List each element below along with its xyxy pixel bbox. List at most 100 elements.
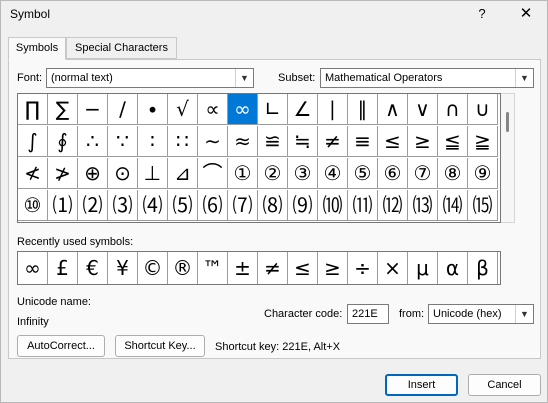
symbol-cell[interactable]: ③ (288, 158, 318, 189)
recent-symbol-cell[interactable]: ± (228, 252, 258, 284)
symbol-cell[interactable]: ⒂ (468, 190, 498, 221)
symbol-cell[interactable]: ∴ (78, 126, 108, 157)
recent-symbol-cell[interactable]: × (378, 252, 408, 284)
symbol-cell[interactable]: ∧ (378, 94, 408, 125)
symbol-cell[interactable]: ⒀ (408, 190, 438, 221)
symbol-cell[interactable]: ∑ (48, 94, 78, 125)
symbol-cell[interactable]: ⌒ (198, 158, 228, 189)
symbol-cell[interactable]: ⊥ (138, 158, 168, 189)
symbol-cell[interactable]: ⑾ (348, 190, 378, 221)
tab-special-characters[interactable]: Special Characters (66, 37, 177, 59)
symbol-grid-scrollbar[interactable] (501, 93, 515, 223)
symbol-cell[interactable]: ≠ (318, 126, 348, 157)
symbol-cell[interactable]: ∼ (198, 126, 228, 157)
symbol-cell[interactable]: ∟ (258, 94, 288, 125)
cancel-button[interactable]: Cancel (468, 374, 541, 396)
symbol-cell[interactable]: ∮ (48, 126, 78, 157)
recent-symbol-cell[interactable]: μ (408, 252, 438, 284)
symbol-cell[interactable]: ∫ (18, 126, 48, 157)
symbol-cell[interactable]: ⑧ (438, 158, 468, 189)
symbol-cell[interactable]: ⑦ (408, 158, 438, 189)
symbol-cell[interactable]: ≮ (18, 158, 48, 189)
symbol-cell[interactable]: ⑷ (138, 190, 168, 221)
symbol-cell[interactable]: ∕ (108, 94, 138, 125)
recent-symbol-cell[interactable]: ÷ (348, 252, 378, 284)
help-button[interactable]: ? (471, 4, 493, 24)
symbol-cell[interactable]: ④ (318, 158, 348, 189)
insert-button[interactable]: Insert (385, 374, 458, 396)
symbol-cell[interactable]: ∶ (138, 126, 168, 157)
font-dropdown[interactable]: (normal text) ▼ (46, 68, 254, 88)
symbol-cell[interactable]: ≡ (348, 126, 378, 157)
symbol-cell[interactable]: ≯ (48, 158, 78, 189)
symbol-cell[interactable]: ∣ (318, 94, 348, 125)
shortcut-key-button[interactable]: Shortcut Key... (115, 335, 205, 357)
symbol-cell[interactable]: ⊙ (108, 158, 138, 189)
close-button[interactable]: ✕ (513, 4, 539, 24)
recent-symbol-cell[interactable]: © (138, 252, 168, 284)
symbol-cell[interactable]: ⑴ (48, 190, 78, 221)
symbol-cell[interactable]: ⑵ (78, 190, 108, 221)
symbol-cell[interactable]: ≒ (288, 126, 318, 157)
symbol-cell[interactable]: ∙ (138, 94, 168, 125)
symbol-cell[interactable]: ∵ (108, 126, 138, 157)
symbol-cell[interactable]: ① (228, 158, 258, 189)
symbol-cell[interactable]: ≦ (438, 126, 468, 157)
unicode-name-value: Infinity (17, 316, 49, 328)
symbol-cell[interactable]: ∷ (168, 126, 198, 157)
symbol-cell[interactable]: ⑶ (108, 190, 138, 221)
symbol-cell[interactable]: ⑺ (228, 190, 258, 221)
recent-symbol-cell[interactable]: € (78, 252, 108, 284)
symbol-cell[interactable]: ⑸ (168, 190, 198, 221)
from-dropdown[interactable]: Unicode (hex) ▼ (428, 304, 534, 324)
recent-symbol-cell[interactable]: ™ (198, 252, 228, 284)
scrollbar-thumb[interactable] (506, 112, 509, 132)
symbol-cell[interactable]: − (78, 94, 108, 125)
symbol-cell[interactable]: ② (258, 158, 288, 189)
symbol-cell[interactable]: ⊕ (78, 158, 108, 189)
symbol-cell[interactable]: ⑽ (318, 190, 348, 221)
symbol-cell[interactable]: ≤ (378, 126, 408, 157)
symbol-cell[interactable]: ∥ (348, 94, 378, 125)
symbol-cell[interactable]: ∝ (198, 94, 228, 125)
symbol-cell[interactable]: ≌ (258, 126, 288, 157)
subset-dropdown[interactable]: Mathematical Operators ▼ (320, 68, 534, 88)
chevron-down-icon: ▼ (515, 69, 533, 87)
symbol-cell[interactable]: ⑩ (18, 190, 48, 221)
symbol-cell[interactable]: ⒁ (438, 190, 468, 221)
recent-symbol-cell[interactable]: ≤ (288, 252, 318, 284)
symbol-cell[interactable]: ⊿ (168, 158, 198, 189)
symbol-grid[interactable]: ∏ ∑ − ∕ ∙ √ ∝ ∞ ∟ ∠ ∣ ∥ ∧ ∨ ∩ ∪ ∫ ∮ ∴ ∵ ∶ ∷ ∼ ≈ ≌ ≒ ≠ ≡ ≤ ≥ ≦ ≧ ≮ ≯ ⊕ ⊙ ⊥ ⊿ ⌒ ①… (17, 93, 501, 223)
recent-symbols-row[interactable]: ∞ £ € ¥ © ® ™ ± ≠ ≤ ≥ ÷ × μ α β (17, 251, 501, 285)
character-code-field[interactable]: 221E (347, 304, 389, 324)
symbol-cell[interactable]: ⑹ (198, 190, 228, 221)
symbol-cell[interactable]: ⑿ (378, 190, 408, 221)
autocorrect-button[interactable]: AutoCorrect... (17, 335, 105, 357)
symbol-cell[interactable]: ≧ (468, 126, 498, 157)
symbol-cell[interactable]: √ (168, 94, 198, 125)
recent-symbol-cell[interactable]: ≠ (258, 252, 288, 284)
chevron-down-icon: ▼ (235, 69, 253, 87)
recent-symbol-cell[interactable]: ∞ (18, 252, 48, 284)
recent-symbol-cell[interactable]: ¥ (108, 252, 138, 284)
symbol-cell[interactable]: ⑻ (258, 190, 288, 221)
symbol-cell[interactable]: ⑥ (378, 158, 408, 189)
recent-symbol-cell[interactable]: ® (168, 252, 198, 284)
from-value: Unicode (hex) (433, 308, 502, 320)
symbol-cell[interactable]: ≈ (228, 126, 258, 157)
recent-symbol-cell[interactable]: β (468, 252, 498, 284)
symbol-cell[interactable]: ∪ (468, 94, 498, 125)
symbol-cell[interactable]: ∠ (288, 94, 318, 125)
tab-symbols[interactable]: Symbols (8, 37, 66, 60)
symbol-cell[interactable]: ∏ (18, 94, 48, 125)
symbol-cell[interactable]: ⑤ (348, 158, 378, 189)
symbol-cell[interactable]: ≥ (408, 126, 438, 157)
recent-symbol-cell[interactable]: α (438, 252, 468, 284)
recent-symbol-cell[interactable]: £ (48, 252, 78, 284)
symbol-cell[interactable]: ⑼ (288, 190, 318, 221)
symbol-cell[interactable]: ∩ (438, 94, 468, 125)
symbol-cell[interactable]: ∞ (228, 94, 258, 125)
symbol-cell[interactable]: ⑨ (468, 158, 498, 189)
recent-symbol-cell[interactable]: ≥ (318, 252, 348, 284)
symbol-cell[interactable]: ∨ (408, 94, 438, 125)
